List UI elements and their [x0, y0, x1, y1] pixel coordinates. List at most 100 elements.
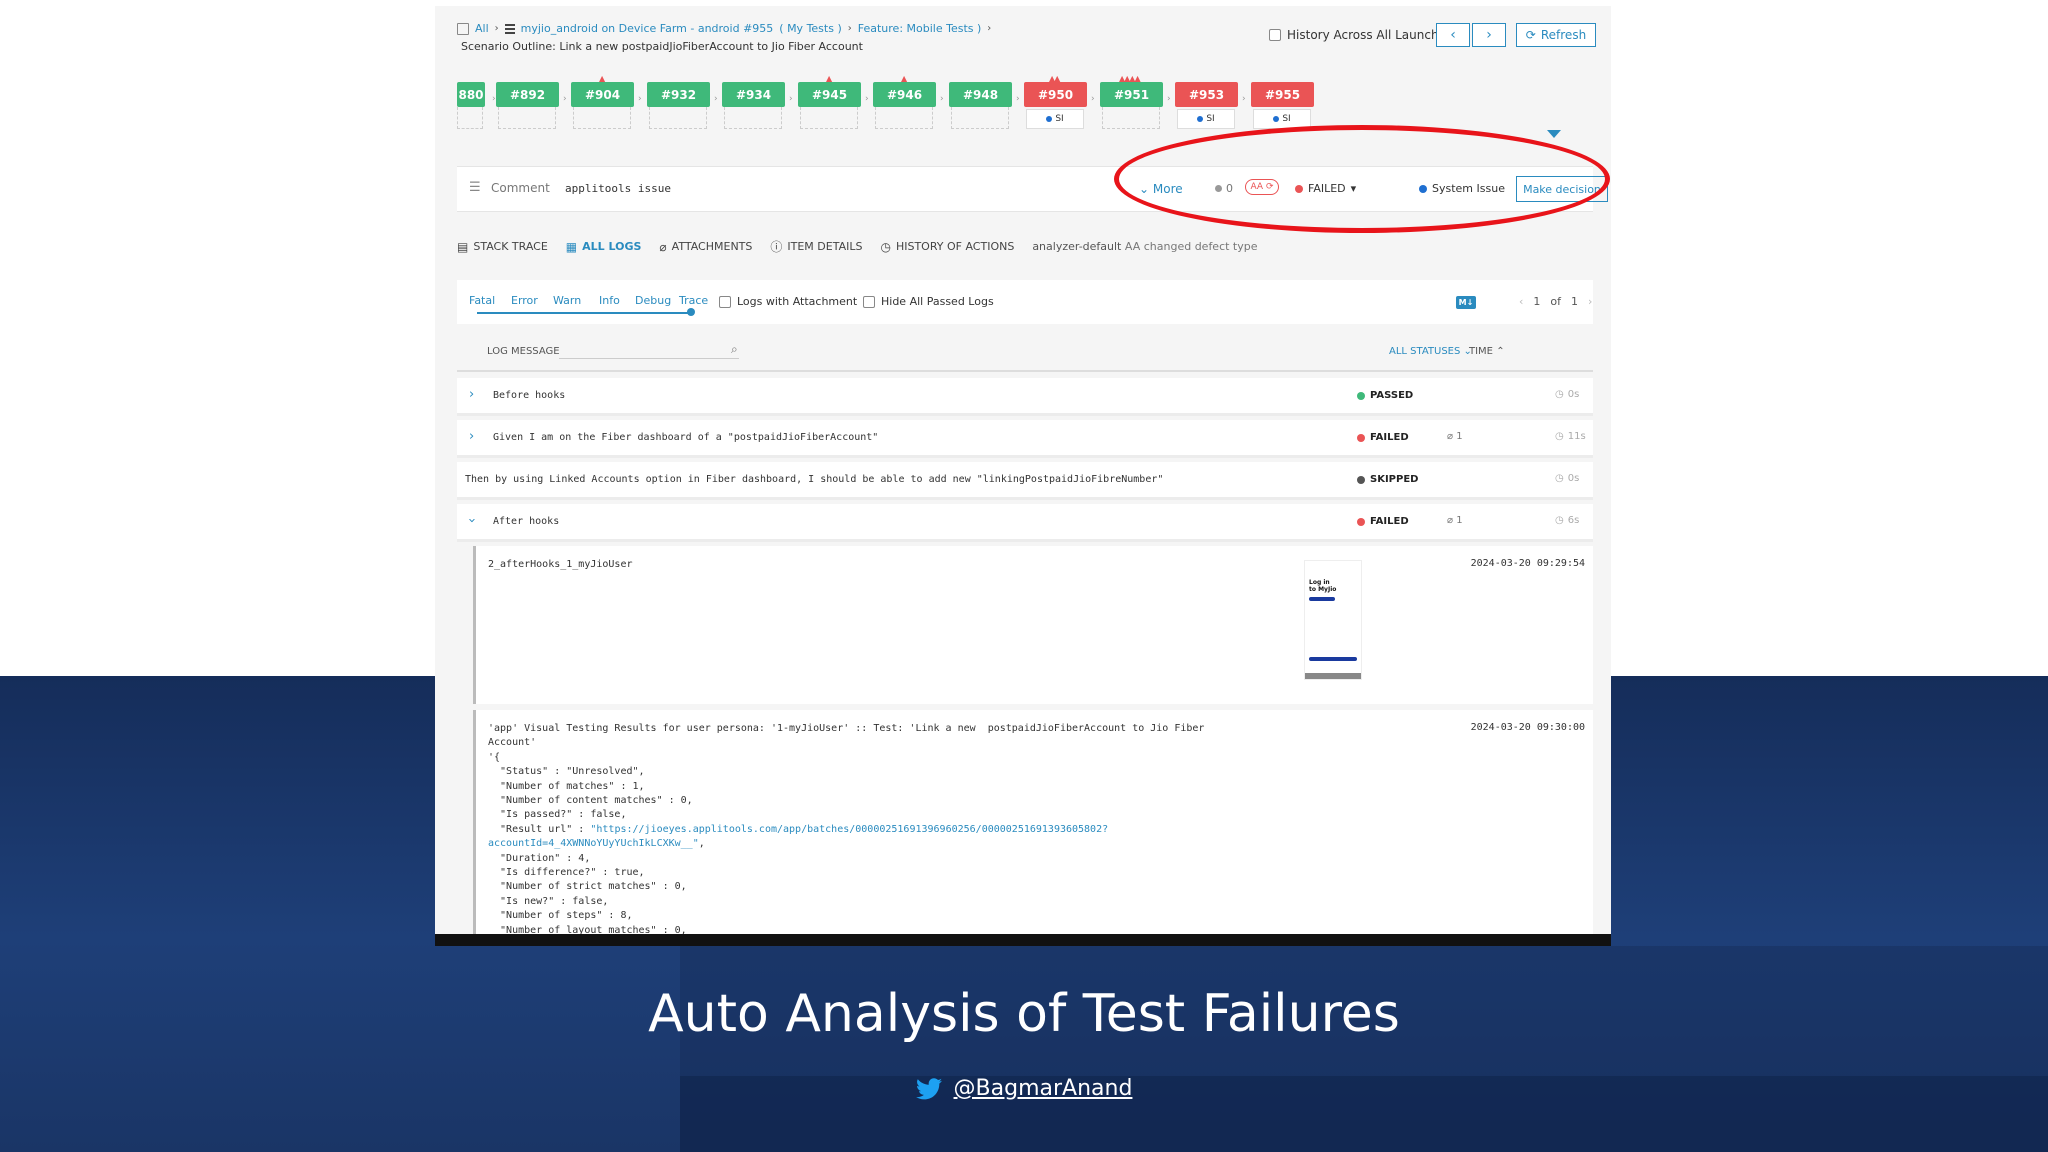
thumbnail-footer [1305, 673, 1361, 679]
breadcrumb-launch[interactable]: myjio_android on Device Farm - android #… [521, 22, 774, 35]
attachment-count-value: 1 [1456, 515, 1463, 526]
log-line: "Number of strict matches" : 0, [488, 881, 687, 893]
level-debug[interactable]: Debug [635, 294, 671, 307]
breadcrumb: All › myjio_android on Device Farm - and… [457, 22, 991, 35]
checkbox[interactable] [719, 295, 731, 308]
collapse-icon[interactable] [457, 22, 469, 35]
level-slider-handle[interactable] [687, 308, 695, 316]
page-current: 1 [1533, 295, 1541, 308]
breadcrumb-my-tests[interactable]: ( My Tests ) [779, 22, 841, 35]
result-url-link[interactable]: accountId=4_4XWNNoYUyYUchIkLCXKw__" [488, 838, 699, 849]
system-issue-label: SI [1206, 114, 1215, 124]
chevron-right-icon[interactable]: › [469, 387, 474, 402]
level-info[interactable]: Info [599, 294, 620, 307]
log-entry-date: 2024-03-20 09:29:54 [1470, 558, 1585, 569]
attachment-thumbnail[interactable]: Log in to MyJio [1304, 560, 1362, 680]
hide-passed-logs-filter[interactable]: Hide All Passed Logs [863, 295, 994, 308]
launch-951[interactable]: #951 [1100, 82, 1163, 107]
log-search-input[interactable] [559, 358, 739, 359]
comment-label[interactable]: Comment [491, 181, 550, 195]
history-checkbox[interactable] [1269, 29, 1281, 41]
launch-932[interactable]: #932 [647, 82, 710, 107]
launch-948[interactable]: #948 [949, 82, 1012, 107]
status-text: FAILED [1370, 432, 1409, 443]
launch-946[interactable]: #946 [873, 82, 936, 107]
log-row-given[interactable]: › Given I am on the Fiber dashboard of a… [457, 420, 1593, 458]
checkbox[interactable] [863, 295, 875, 308]
comment-icon: ☰ [469, 180, 481, 195]
result-url-link[interactable]: "https://jioeyes.applitools.com/app/batc… [590, 824, 1108, 835]
log-entry-text: 'app' Visual Testing Results for user pe… [488, 722, 1204, 938]
log-row-after-hooks[interactable]: › After hooks FAILED ⌀ 1 ◷ 6s [457, 504, 1593, 542]
launch-slot [1102, 107, 1160, 129]
log-row-before-hooks[interactable]: › Before hooks PASSED ◷ 0s [457, 378, 1593, 416]
tab-item-details[interactable]: ⓘ ITEM DETAILS [770, 238, 862, 255]
history-label: History Across All Launches [1287, 28, 1453, 42]
log-line: '{ [488, 751, 501, 763]
launch-934[interactable]: #934 [722, 82, 785, 107]
next-button[interactable]: › [1472, 23, 1506, 47]
highlight-ellipse [1114, 125, 1610, 233]
launch-880[interactable]: 880 [457, 82, 485, 107]
launch-955[interactable]: #955 [1251, 82, 1314, 107]
refresh-label: Refresh [1540, 28, 1587, 42]
duration-value: 6s [1567, 515, 1580, 526]
launch-950[interactable]: #950 [1024, 82, 1087, 107]
launch-list-icon [504, 23, 515, 34]
launch-slot [875, 107, 933, 129]
issue-dot [1046, 116, 1053, 122]
clock-icon: ◷ [880, 239, 891, 254]
log-line: "Is passed?" : false, [488, 809, 627, 821]
page-prev[interactable]: ‹ [1519, 295, 1523, 308]
prev-button[interactable]: ‹ [1436, 23, 1470, 47]
launch-slot [951, 107, 1009, 129]
log-line: "Number of matches" : 1, [488, 780, 645, 792]
log-row-text: Before hooks [493, 390, 566, 401]
log-line: "Is new?" : false, [488, 895, 609, 907]
status-badge: FAILED [1357, 432, 1409, 443]
attachment-count[interactable]: ⌀ 1 [1447, 431, 1463, 442]
launch-904[interactable]: #904 [571, 82, 634, 107]
chevron-right-icon: › [1016, 94, 1020, 104]
tab-stack-trace[interactable]: ▤ STACK TRACE [457, 240, 548, 254]
level-fatal[interactable]: Fatal [469, 294, 495, 307]
breadcrumb-all[interactable]: All [475, 22, 489, 35]
refresh-button[interactable]: ⟳ Refresh [1516, 23, 1596, 47]
chevron-right-icon: › [1167, 94, 1171, 104]
twitter-handle-text[interactable]: @BagmarAnand [954, 1076, 1133, 1101]
launch-marker: ▲ [599, 74, 605, 83]
chevron-down-icon[interactable]: › [464, 518, 479, 523]
page-next[interactable]: › [1588, 295, 1592, 308]
attachment-count[interactable]: ⌀ 1 [1447, 515, 1463, 526]
tab-attachments[interactable]: ⌀ ATTACHMENTS [659, 240, 752, 254]
history-across-launches[interactable]: History Across All Launches [1269, 28, 1452, 42]
level-slider-track[interactable] [477, 312, 691, 314]
level-warn[interactable]: Warn [553, 294, 581, 307]
time-label: TIME [1469, 346, 1494, 357]
duration: ◷ 0s [1555, 389, 1579, 400]
level-error[interactable]: Error [511, 294, 538, 307]
launch-945[interactable]: #945 [798, 82, 861, 107]
chevron-right-icon: › [1091, 94, 1095, 104]
chevron-right-icon: › [789, 94, 793, 104]
log-line: "Number of content matches" : 0, [488, 795, 693, 807]
duration-value: 11s [1567, 431, 1586, 442]
filter-label: Logs with Attachment [737, 295, 858, 308]
markdown-toggle[interactable]: M↓ [1456, 296, 1476, 309]
launch-953[interactable]: #953 [1175, 82, 1238, 107]
tab-history-of-actions[interactable]: ◷ HISTORY OF ACTIONS [880, 240, 1014, 254]
log-entry-text: 2_afterHooks_1_myJioUser [488, 559, 633, 570]
breadcrumb-feature[interactable]: Feature: Mobile Tests ) [858, 22, 982, 35]
all-statuses-filter[interactable]: ALL STATUSES ⌄ [1389, 346, 1472, 357]
chevron-right-icon[interactable]: › [469, 429, 474, 444]
log-row-then[interactable]: Then by using Linked Accounts option in … [457, 462, 1593, 500]
launch-slot [573, 107, 631, 129]
level-trace[interactable]: Trace [679, 294, 708, 307]
log-entry-date: 2024-03-20 09:30:00 [1470, 722, 1585, 733]
launch-892[interactable]: #892 [496, 82, 559, 107]
selected-launch-indicator [1547, 130, 1561, 138]
time-sort[interactable]: TIME ⌃ [1469, 346, 1505, 357]
tab-all-logs[interactable]: ▦ ALL LOGS [566, 240, 642, 254]
search-icon[interactable]: ⌕ [731, 342, 738, 357]
logs-with-attachment-filter[interactable]: Logs with Attachment [719, 295, 857, 308]
